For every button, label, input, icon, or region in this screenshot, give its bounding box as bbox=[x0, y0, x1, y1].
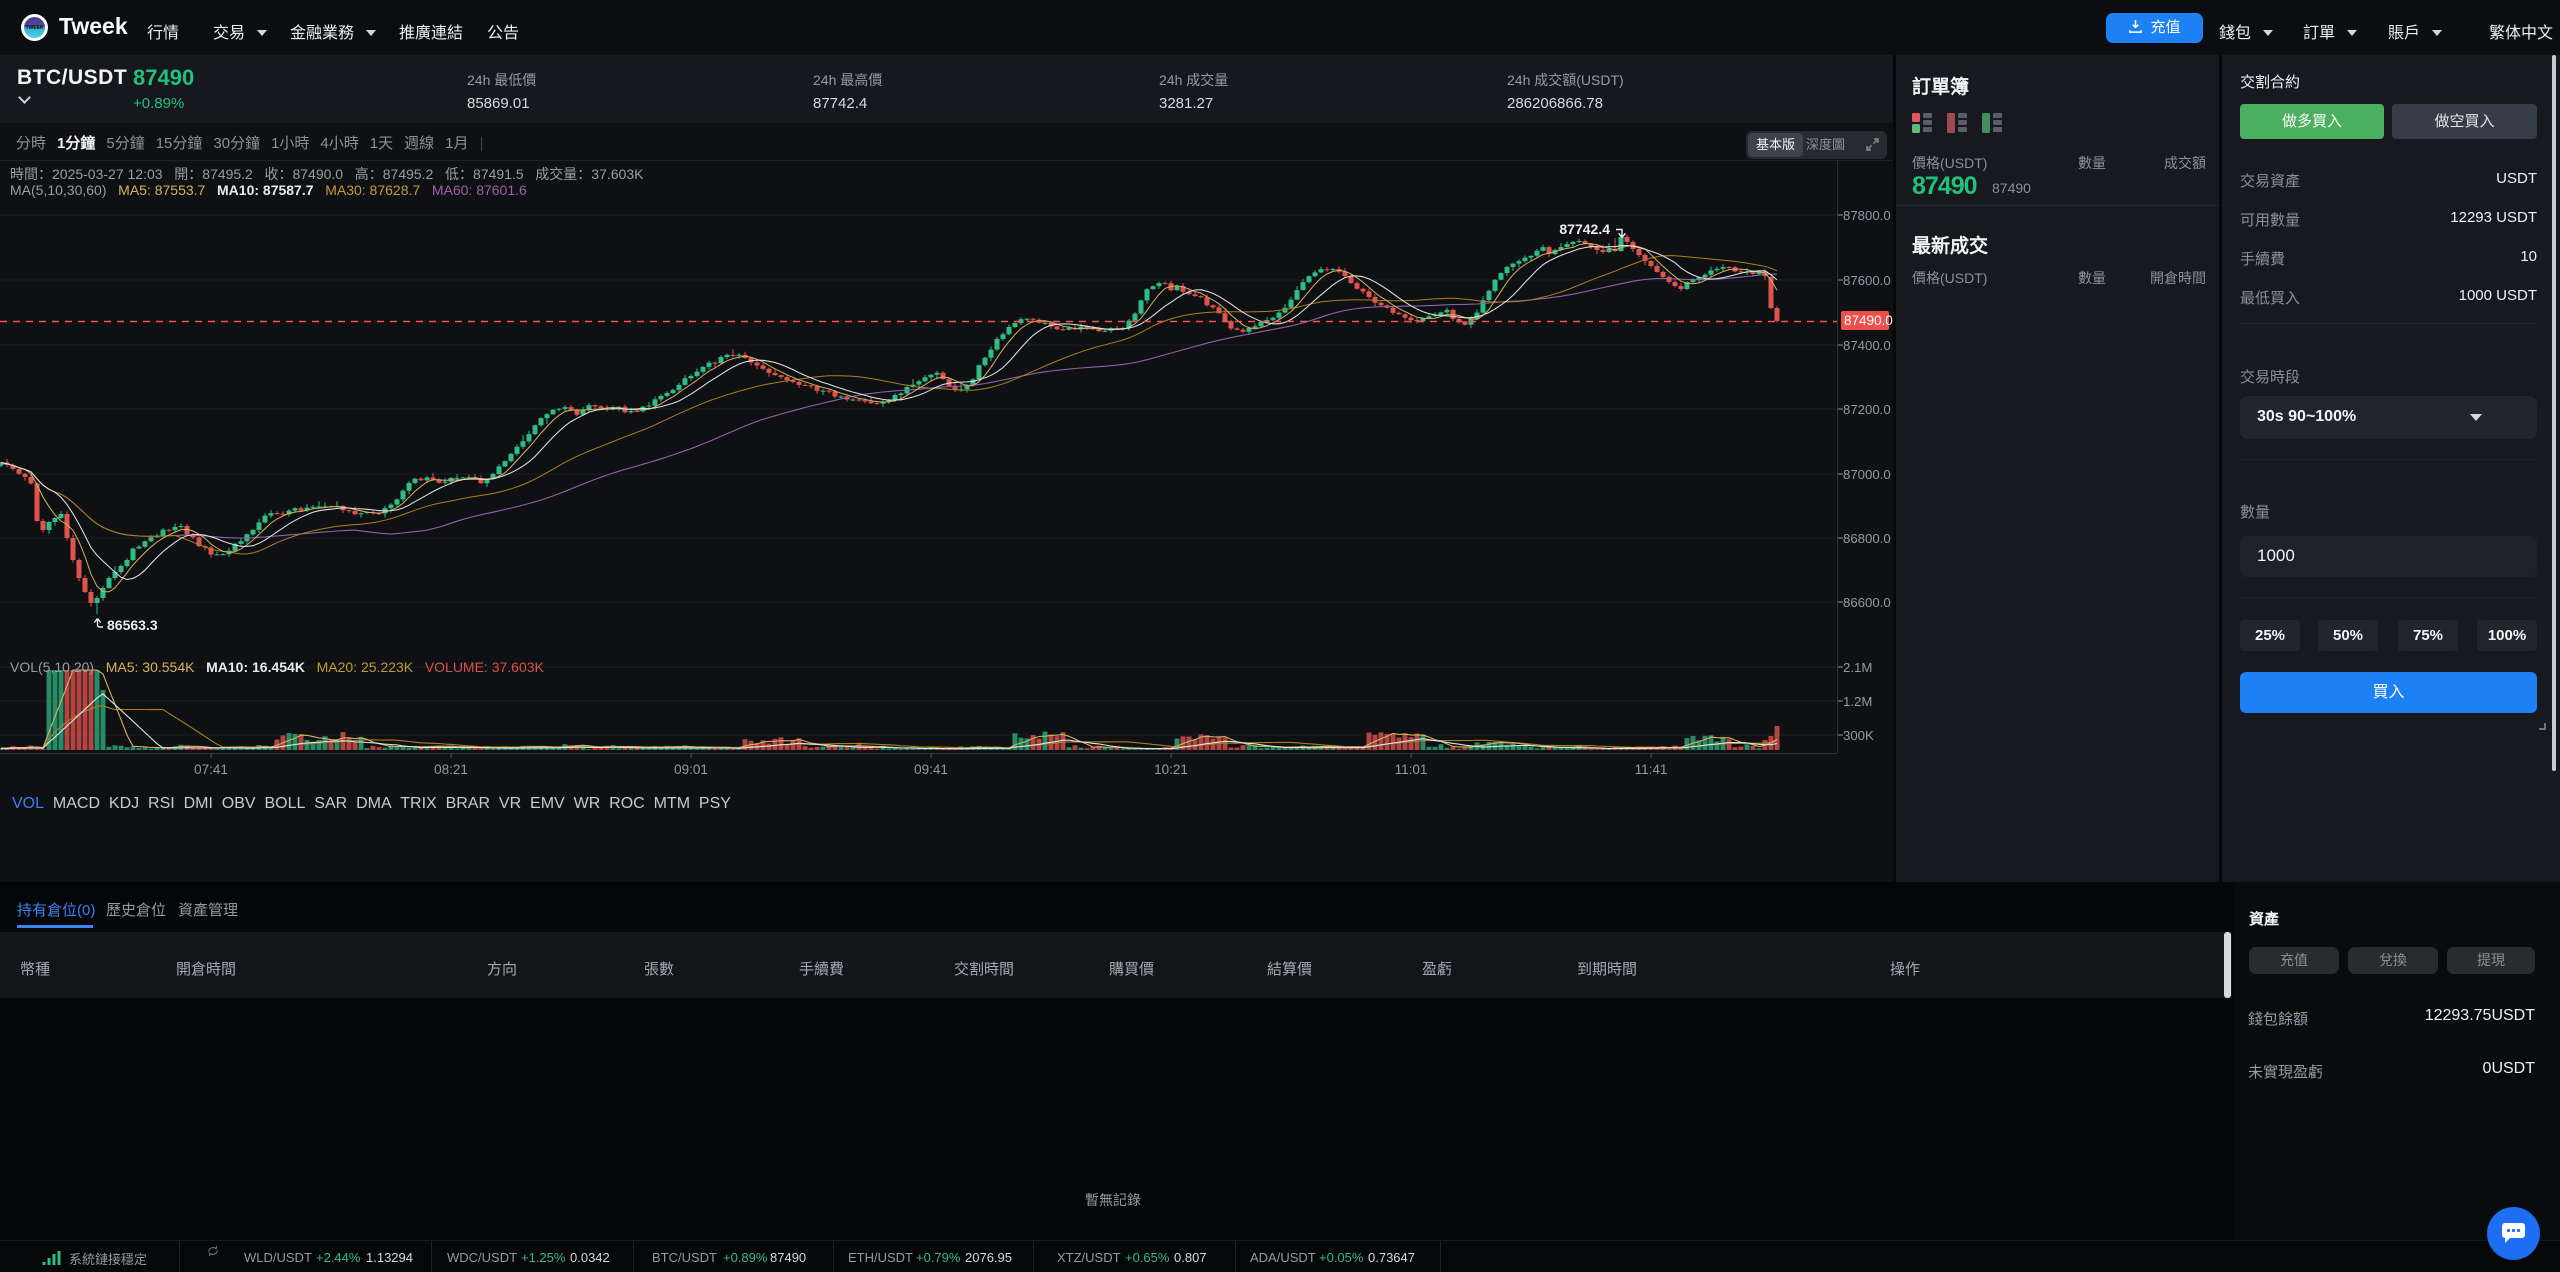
svg-text:11:41: 11:41 bbox=[1635, 762, 1668, 777]
svg-text:2.1M: 2.1M bbox=[1843, 660, 1872, 675]
svg-text:86563.3: 86563.3 bbox=[107, 617, 158, 633]
svg-text:300K: 300K bbox=[1843, 728, 1874, 743]
svg-text:09:01: 09:01 bbox=[674, 762, 708, 777]
svg-text:08:21: 08:21 bbox=[434, 762, 468, 777]
svg-text:1.2M: 1.2M bbox=[1843, 694, 1872, 709]
svg-text:87800.0: 87800.0 bbox=[1843, 208, 1891, 223]
svg-text:87200.0: 87200.0 bbox=[1843, 402, 1891, 417]
svg-text:86600.0: 86600.0 bbox=[1843, 595, 1891, 610]
svg-text:87490.0: 87490.0 bbox=[1844, 313, 1893, 328]
svg-text:07:41: 07:41 bbox=[194, 762, 228, 777]
svg-text:86800.0: 86800.0 bbox=[1843, 531, 1891, 546]
svg-text:87400.0: 87400.0 bbox=[1843, 338, 1891, 353]
svg-text:09:41: 09:41 bbox=[914, 762, 948, 777]
svg-text:87600.0: 87600.0 bbox=[1843, 273, 1891, 288]
svg-text:11:01: 11:01 bbox=[1395, 762, 1428, 777]
svg-text:87742.4: 87742.4 bbox=[1559, 221, 1610, 237]
svg-text:87000.0: 87000.0 bbox=[1843, 467, 1891, 482]
svg-text:10:21: 10:21 bbox=[1154, 762, 1188, 777]
